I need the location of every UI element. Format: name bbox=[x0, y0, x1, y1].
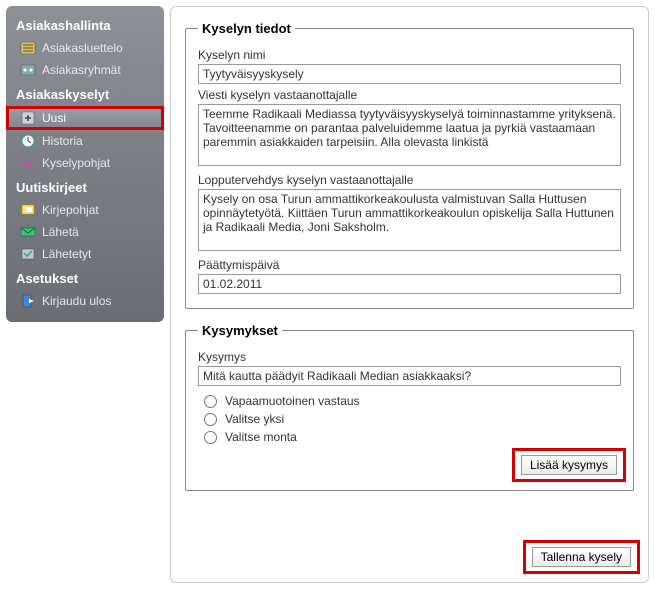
sidebar-item-label: Asiakasluettelo bbox=[42, 41, 123, 55]
save-survey-button[interactable]: Tallenna kysely bbox=[532, 547, 631, 567]
sidebar-item-label: Kirjepohjat bbox=[42, 203, 99, 217]
radio-label-freeform: Vapaamuotoinen vastaus bbox=[225, 394, 360, 408]
sent-icon bbox=[20, 246, 36, 262]
customer-groups-icon bbox=[20, 62, 36, 78]
sidebar-item-kirjepohjat[interactable]: Kirjepohjat bbox=[6, 199, 164, 221]
highlight-save: Tallenna kysely bbox=[523, 540, 640, 574]
label-question: Kysymys bbox=[198, 350, 621, 364]
highlight-add-question: Lisää kysymys bbox=[512, 448, 626, 482]
textarea-survey-message[interactable]: Teemme Radikaali Mediassa tyytyväisyysky… bbox=[198, 104, 621, 166]
radio-multi[interactable] bbox=[204, 431, 217, 444]
sidebar-item-lahetetyt[interactable]: Lähetetyt bbox=[6, 243, 164, 265]
svg-text:%: % bbox=[22, 158, 32, 170]
sidebar-item-label: Uusi bbox=[42, 111, 66, 125]
send-icon bbox=[20, 224, 36, 240]
sidebar-item-label: Kirjaudu ulos bbox=[42, 294, 111, 308]
sidebar-item-kyselypohjat[interactable]: % Kyselypohjat bbox=[6, 152, 164, 174]
main-panel: Kyselyn tiedot Kyselyn nimi Viesti kysel… bbox=[170, 6, 649, 583]
sidebar-item-laheta[interactable]: Lähetä bbox=[6, 221, 164, 243]
textarea-survey-ending[interactable]: Kysely on osa Turun ammattikorkeakoulust… bbox=[198, 189, 621, 251]
sidebar-item-label: Historia bbox=[42, 134, 83, 148]
radio-label-multi: Valitse monta bbox=[225, 430, 297, 444]
logout-icon bbox=[20, 293, 36, 309]
sidebar-item-label: Lähetetyt bbox=[42, 247, 91, 261]
label-survey-message: Viesti kyselyn vastaanottajalle bbox=[198, 88, 621, 102]
letter-templates-icon bbox=[20, 202, 36, 218]
sidebar-item-label: Lähetä bbox=[42, 225, 79, 239]
sidebar-item-asiakasluettelo[interactable]: Asiakasluettelo bbox=[6, 37, 164, 59]
label-survey-ending: Lopputervehdys kyselyn vastaanottajalle bbox=[198, 173, 621, 187]
fieldset-survey-details: Kyselyn tiedot Kyselyn nimi Viesti kysel… bbox=[185, 21, 634, 309]
legend-questions: Kysymykset bbox=[198, 323, 282, 338]
sidebar-section-asetukset: Asetukset bbox=[6, 265, 164, 290]
sidebar-item-historia[interactable]: Historia bbox=[6, 130, 164, 152]
input-question[interactable] bbox=[198, 366, 621, 386]
radio-label-single: Valitse yksi bbox=[225, 412, 284, 426]
sidebar-item-label: Kyselypohjat bbox=[42, 156, 110, 170]
label-survey-name: Kyselyn nimi bbox=[198, 48, 621, 62]
add-question-button[interactable]: Lisää kysymys bbox=[521, 455, 617, 475]
sidebar-item-kirjaudu-ulos[interactable]: Kirjaudu ulos bbox=[6, 290, 164, 312]
customer-list-icon bbox=[20, 40, 36, 56]
sidebar-item-uusi[interactable]: Uusi bbox=[6, 106, 164, 130]
sidebar-section-asiakashallinta: Asiakashallinta bbox=[6, 12, 164, 37]
templates-icon: % bbox=[20, 155, 36, 171]
legend-survey-details: Kyselyn tiedot bbox=[198, 21, 295, 36]
label-end-date: Päättymispäivä bbox=[198, 258, 621, 272]
fieldset-questions: Kysymykset Kysymys Vapaamuotoinen vastau… bbox=[185, 323, 634, 491]
sidebar-section-asiakaskyselyt: Asiakaskyselyt bbox=[6, 81, 164, 106]
history-icon bbox=[20, 133, 36, 149]
sidebar-section-uutiskirjeet: Uutiskirjeet bbox=[6, 174, 164, 199]
sidebar-item-asiakasryhmat[interactable]: Asiakasryhmät bbox=[6, 59, 164, 81]
input-survey-name[interactable] bbox=[198, 64, 621, 84]
input-end-date[interactable] bbox=[198, 274, 621, 294]
sidebar-item-label: Asiakasryhmät bbox=[42, 63, 121, 77]
new-icon bbox=[20, 110, 36, 126]
radio-single[interactable] bbox=[204, 413, 217, 426]
sidebar: Asiakashallinta Asiakasluettelo Asiakasr… bbox=[6, 6, 164, 322]
radio-freeform[interactable] bbox=[204, 395, 217, 408]
